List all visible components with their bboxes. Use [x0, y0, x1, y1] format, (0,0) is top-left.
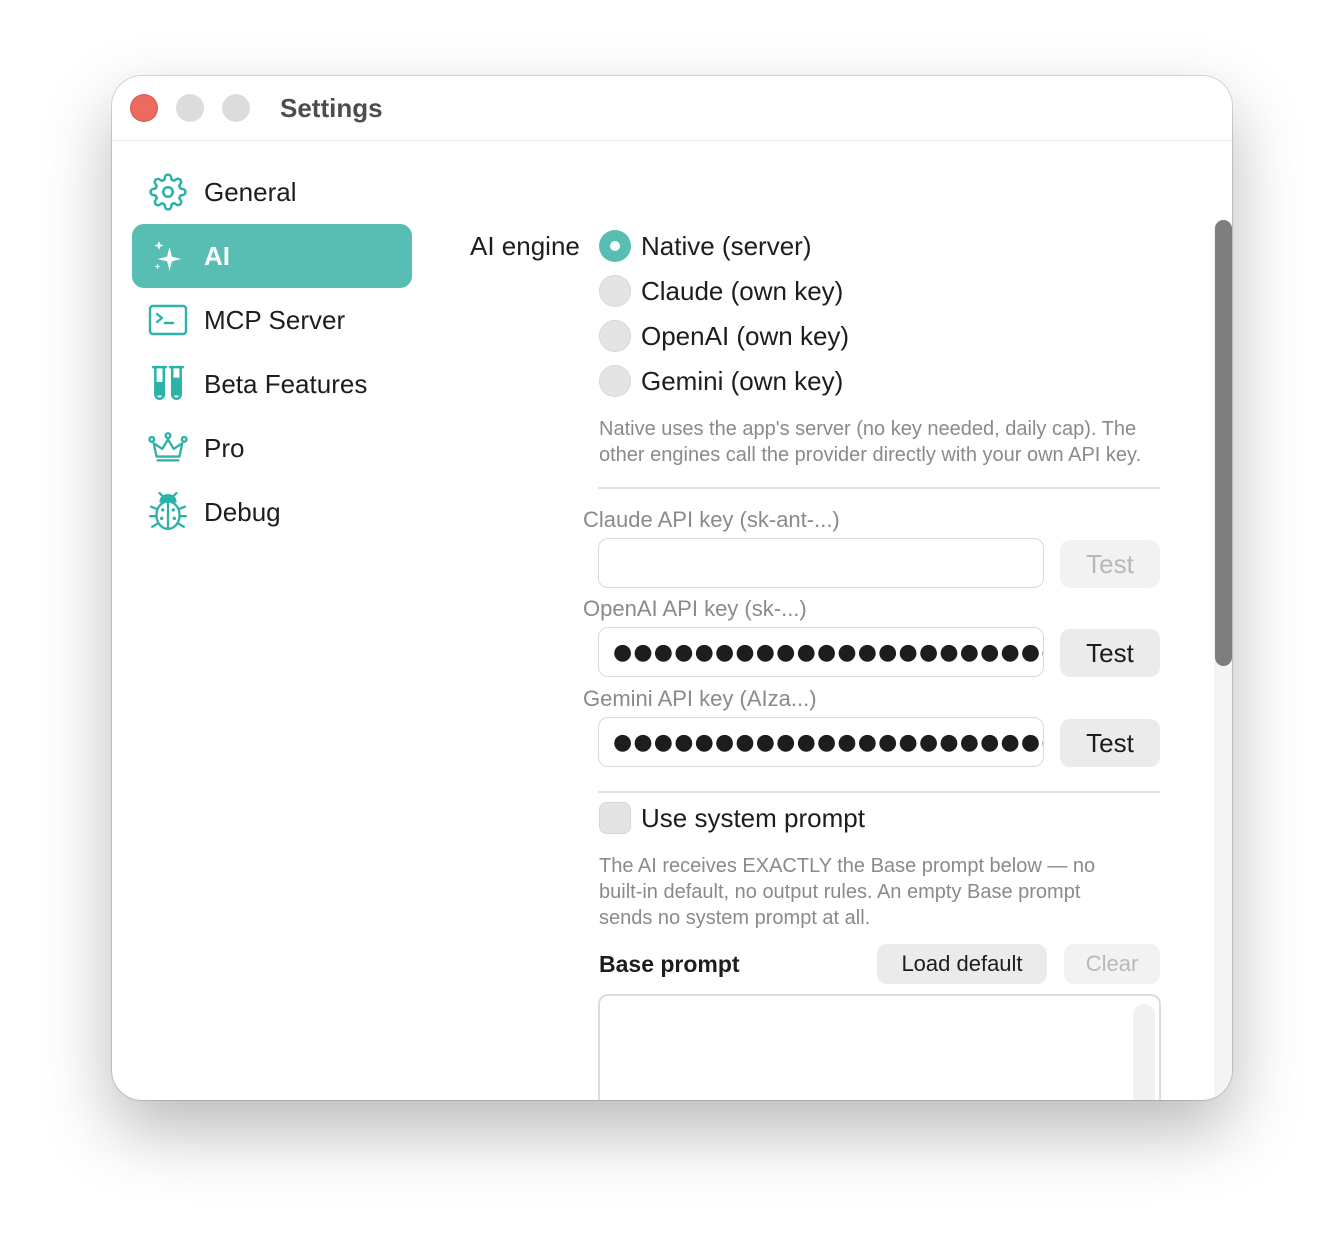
radio-native-server[interactable]	[599, 230, 631, 262]
radio-label-openai[interactable]: OpenAI (own key)	[641, 320, 849, 352]
system-prompt-help-text: The AI receives EXACTLY the Base prompt …	[599, 853, 1095, 931]
base-prompt-label: Base prompt	[599, 951, 740, 977]
ai-settings-panel: AI engine Native (server) Claude (own ke…	[112, 140, 1232, 1100]
radio-openai-own-key[interactable]	[599, 320, 631, 352]
claude-api-key-field[interactable]	[598, 538, 1044, 588]
radio-label-claude[interactable]: Claude (own key)	[641, 275, 843, 307]
use-system-prompt-checkbox[interactable]	[599, 802, 631, 834]
claude-key-label: Claude API key (sk-ant-...)	[583, 507, 840, 532]
system-prompt-help-line: sends no system prompt at all.	[599, 907, 871, 929]
gemini-api-key-field[interactable]: ●●●●●●●●●●●●●●●●●●●●●●●●●●●●●●●●●●	[598, 717, 1044, 767]
gemini-key-label: Gemini API key (AIza...)	[583, 686, 817, 711]
radio-label-gemini[interactable]: Gemini (own key)	[641, 365, 843, 397]
claude-test-button[interactable]: Test	[1060, 540, 1160, 588]
system-prompt-help-line: built-in default, no output rules. An em…	[599, 881, 1081, 903]
window-title: Settings	[280, 93, 383, 123]
section-divider	[598, 487, 1160, 489]
panel-scrollbar-thumb[interactable]	[1215, 220, 1232, 666]
engine-help-text: Native uses the app's server (no key nee…	[599, 416, 1141, 468]
use-system-prompt-label[interactable]: Use system prompt	[641, 802, 865, 834]
settings-window: Settings General AI MCP Server Beta Feat…	[112, 76, 1232, 1100]
textarea-scrollbar[interactable]	[1133, 1004, 1155, 1100]
ai-engine-label: AI engine	[470, 231, 580, 261]
minimize-window-button[interactable]	[176, 94, 204, 122]
base-prompt-textarea[interactable]	[598, 994, 1161, 1100]
radio-gemini-own-key[interactable]	[599, 365, 631, 397]
openai-key-label: OpenAI API key (sk-...)	[583, 596, 807, 621]
radio-label-native[interactable]: Native (server)	[641, 230, 811, 262]
section-divider	[598, 791, 1160, 793]
zoom-window-button[interactable]	[222, 94, 250, 122]
system-prompt-help-line: The AI receives EXACTLY the Base prompt …	[599, 855, 1096, 877]
gemini-api-key-value: ●●●●●●●●●●●●●●●●●●●●●●●●●●●●●●●●●●	[613, 730, 1043, 755]
openai-test-button[interactable]: Test	[1060, 629, 1160, 677]
openai-api-key-value: ●●●●●●●●●●●●●●●●●●●●●●●●●●●●●●●●●●	[613, 640, 1043, 665]
clear-button[interactable]: Clear	[1064, 944, 1160, 984]
gemini-test-button[interactable]: Test	[1060, 719, 1160, 767]
load-default-button[interactable]: Load default	[877, 944, 1047, 984]
engine-help-line: other engines call the provider directly…	[599, 444, 1142, 466]
title-bar: Settings	[112, 76, 1232, 141]
close-window-button[interactable]	[130, 94, 158, 122]
openai-api-key-field[interactable]: ●●●●●●●●●●●●●●●●●●●●●●●●●●●●●●●●●●	[598, 627, 1044, 677]
engine-help-line: Native uses the app's server (no key nee…	[599, 418, 1137, 440]
radio-claude-own-key[interactable]	[599, 275, 631, 307]
